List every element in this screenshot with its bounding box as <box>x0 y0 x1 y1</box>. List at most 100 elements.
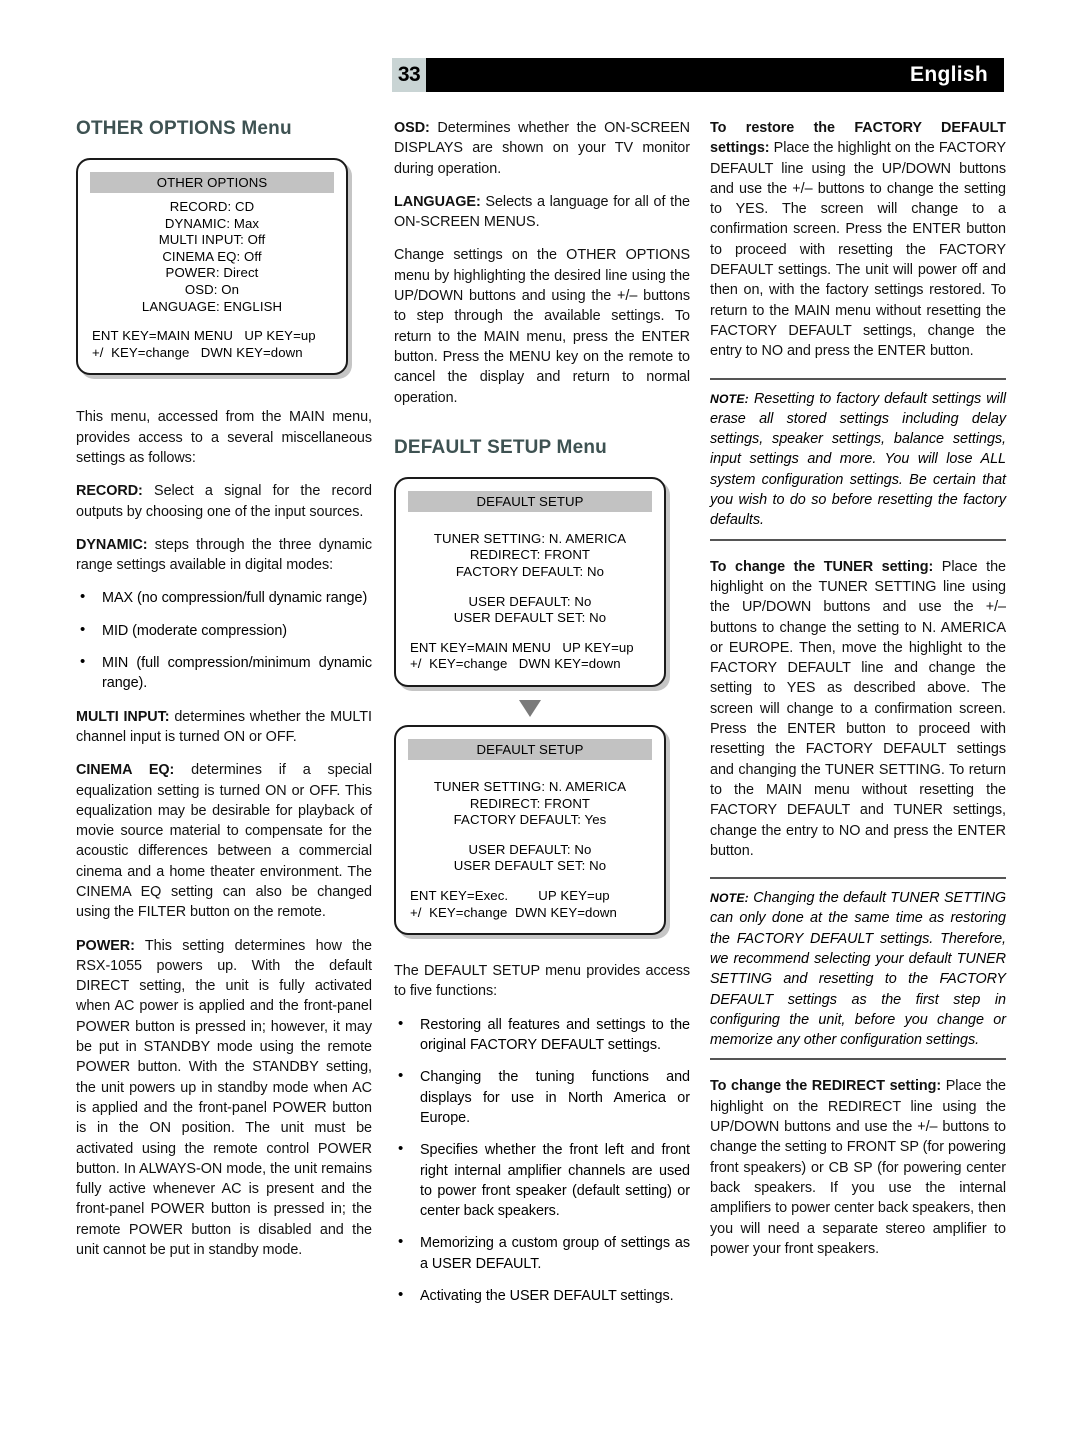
chevron-down-icon <box>519 699 541 717</box>
osd-key-legend: ENT KEY=MAIN MENU UP KEY=up +/ KEY=chang… <box>90 328 334 361</box>
osd-line-tuner-setting: TUNER SETTING: N. AMERICA <box>433 779 627 795</box>
label-power: POWER: <box>76 937 135 954</box>
paragraph-cinema-eq: CINEMA EQ: determines if a special equal… <box>76 760 372 922</box>
label-osd: OSD: <box>394 120 430 136</box>
list-item: Restoring all features and settings to t… <box>394 1014 690 1056</box>
label-multi-input: MULTI INPUT: <box>76 708 170 725</box>
osd-settings-group-2: USER DEFAULT: No USER DEFAULT SET: No <box>408 842 652 875</box>
osd-line-osd: OSD: On <box>184 281 240 297</box>
osd-line-user-default: USER DEFAULT: No <box>468 593 592 609</box>
osd-key-legend: ENT KEY=MAIN MENU UP KEY=up +/ KEY=chang… <box>408 640 652 673</box>
osd-line-redirect: REDIRECT: FRONT <box>469 547 591 563</box>
osd-line-dynamic: DYNAMIC: Max <box>164 215 260 231</box>
osd-line-factory-default: FACTORY DEFAULT: Yes <box>453 812 607 828</box>
osd-line-multi-input: MULTI INPUT: Off <box>158 232 266 248</box>
note-label: NOTE: <box>710 891 749 906</box>
osd-line-user-default: USER DEFAULT: No <box>468 841 592 857</box>
paragraph-language: LANGUAGE: Selects a language for all of … <box>394 192 690 233</box>
osd-spacer <box>90 315 334 328</box>
text-osd: Determines whether the ON-SCREEN DISPLAY… <box>394 120 690 177</box>
flow-arrow <box>394 695 666 721</box>
text-cinema-eq: determines if a special equalization set… <box>76 762 373 921</box>
note-body: Changing the default TUNER SETTING can o… <box>710 890 1006 1049</box>
osd-line-language: LANGUAGE: ENGLISH <box>141 298 283 314</box>
list-item: MIN (full compression/minimum dynamic ra… <box>76 652 372 694</box>
osd-line-cinema-eq: CINEMA EQ: Off <box>162 248 262 264</box>
header-bar: English <box>426 58 1004 92</box>
paragraph-record: RECORD: Select a signal for the record o… <box>76 481 372 522</box>
paragraph-restore-factory-default: To restore the FACTORY DEFAULT settings:… <box>710 118 1006 362</box>
note-body: Resetting to factory default settings wi… <box>710 390 1006 529</box>
osd-settings-group-1: TUNER SETTING: N. AMERICA REDIRECT: FRON… <box>408 779 652 829</box>
osd-key-legend-line-1: ENT KEY=Exec. UP KEY=up <box>410 887 610 903</box>
document-page: 33 English OTHER OPTIONS Menu OTHER OPTI… <box>0 0 1080 1440</box>
paragraph-power: POWER: This setting determines how the R… <box>76 936 372 1261</box>
list-dynamic-options: MAX (no compression/full dynamic range) … <box>76 587 372 694</box>
note-factory-default: NOTE: Resetting to factory default setti… <box>710 377 1006 541</box>
osd-title: DEFAULT SETUP <box>408 490 652 512</box>
osd-key-legend-line-2: +/ KEY=change DWN KEY=down <box>92 344 303 360</box>
osd-line-user-default-set: USER DEFAULT SET: No <box>453 858 607 874</box>
osd-screen-default-setup-2: DEFAULT SETUP TUNER SETTING: N. AMERICA … <box>394 725 666 936</box>
list-item: Memorizing a custom group of settings as… <box>394 1232 690 1274</box>
osd-screen-default-setup-1: DEFAULT SETUP TUNER SETTING: N. AMERICA … <box>394 476 666 688</box>
list-item: Specifies whether the front left and fro… <box>394 1139 690 1221</box>
label-change-tuner: To change the TUNER setting: <box>710 558 934 575</box>
list-item: Activating the USER DEFAULT settings. <box>394 1285 690 1306</box>
list-item: Changing the tuning functions and displa… <box>394 1066 690 1128</box>
page-number: 33 <box>392 58 426 92</box>
paragraph-dynamic: DYNAMIC: steps through the three dynamic… <box>76 535 372 576</box>
osd-line-tuner-setting: TUNER SETTING: N. AMERICA <box>433 530 627 546</box>
label-change-redirect: To change the REDIRECT setting: <box>710 1078 942 1095</box>
text-restore-factory-default: Place the highlight on the FACTORY DEFAU… <box>710 140 1006 360</box>
osd-key-legend-line-1: ENT KEY=MAIN MENU UP KEY=up <box>410 639 634 655</box>
osd-line-user-default-set: USER DEFAULT SET: No <box>453 610 607 626</box>
osd-title: OTHER OPTIONS <box>90 172 334 193</box>
column-left: OTHER OPTIONS Menu OTHER OPTIONS RECORD:… <box>76 118 372 1260</box>
paragraph-change-tuner: To change the TUNER setting: Place the h… <box>710 557 1006 861</box>
paragraph-change-settings: Change settings on the OTHER OPTIONS men… <box>394 247 690 406</box>
list-item: MAX (no compression/full dynamic range) <box>76 587 372 608</box>
osd-line-factory-default: FACTORY DEFAULT: No <box>455 564 605 580</box>
header-language-label: English <box>910 63 988 86</box>
osd-key-legend-line-1: ENT KEY=MAIN MENU UP KEY=up <box>92 328 316 344</box>
paragraph-change-redirect: To change the REDIRECT setting: Place th… <box>710 1076 1006 1259</box>
label-dynamic: DYNAMIC: <box>76 536 148 553</box>
list-default-setup-functions: Restoring all features and settings to t… <box>394 1014 690 1307</box>
page-title-other-options: OTHER OPTIONS Menu <box>76 118 292 139</box>
osd-key-legend: ENT KEY=Exec. UP KEY=up +/ KEY=change DW… <box>408 888 652 921</box>
osd-line-power: POWER: Direct <box>165 265 259 281</box>
osd-settings-list: RECORD: CD DYNAMIC: Max MULTI INPUT: Off… <box>90 199 334 315</box>
text-power: This setting determines how the RSX-1055… <box>76 937 372 1259</box>
osd-settings-group-1: TUNER SETTING: N. AMERICA REDIRECT: FRON… <box>408 531 652 581</box>
osd-line-redirect: REDIRECT: FRONT <box>469 795 591 811</box>
paragraph-multi-input: MULTI INPUT: determines whether the MULT… <box>76 707 372 748</box>
text-change-tuner: Place the highlight on the TUNER SETTING… <box>710 558 1006 859</box>
page-header: 33 English <box>392 58 1004 92</box>
page-title-default-setup: DEFAULT SETUP Menu <box>394 436 607 458</box>
osd-spacer <box>408 829 652 842</box>
osd-spacer <box>408 766 652 779</box>
osd-key-legend-line-2: +/ KEY=change DWN KEY=down <box>410 656 621 672</box>
osd-spacer <box>408 875 652 888</box>
osd-key-legend-line-2: +/ KEY=change DWN KEY=down <box>410 904 617 920</box>
text-change-redirect: Place the highlight on the REDIRECT line… <box>710 1078 1006 1257</box>
note-text: NOTE: Resetting to factory default setti… <box>710 389 1006 531</box>
osd-screen-other-options: OTHER OPTIONS RECORD: CD DYNAMIC: Max MU… <box>76 158 348 376</box>
note-label: NOTE: <box>710 391 749 406</box>
osd-spacer <box>408 581 652 594</box>
osd-title: DEFAULT SETUP <box>408 739 652 761</box>
osd-spacer <box>408 518 652 531</box>
paragraph-five-functions: The DEFAULT SETUP menu provides access t… <box>394 963 690 1000</box>
osd-line-record: RECORD: CD <box>169 199 255 214</box>
label-record: RECORD: <box>76 483 143 500</box>
note-text: NOTE: Changing the default TUNER SETTING… <box>710 888 1006 1050</box>
label-cinema-eq: CINEMA EQ: <box>76 762 175 779</box>
label-language: LANGUAGE: <box>394 193 481 210</box>
list-item: MID (moderate compression) <box>76 620 372 641</box>
column-right: To restore the FACTORY DEFAULT settings:… <box>710 118 1006 1259</box>
osd-spacer <box>408 627 652 640</box>
